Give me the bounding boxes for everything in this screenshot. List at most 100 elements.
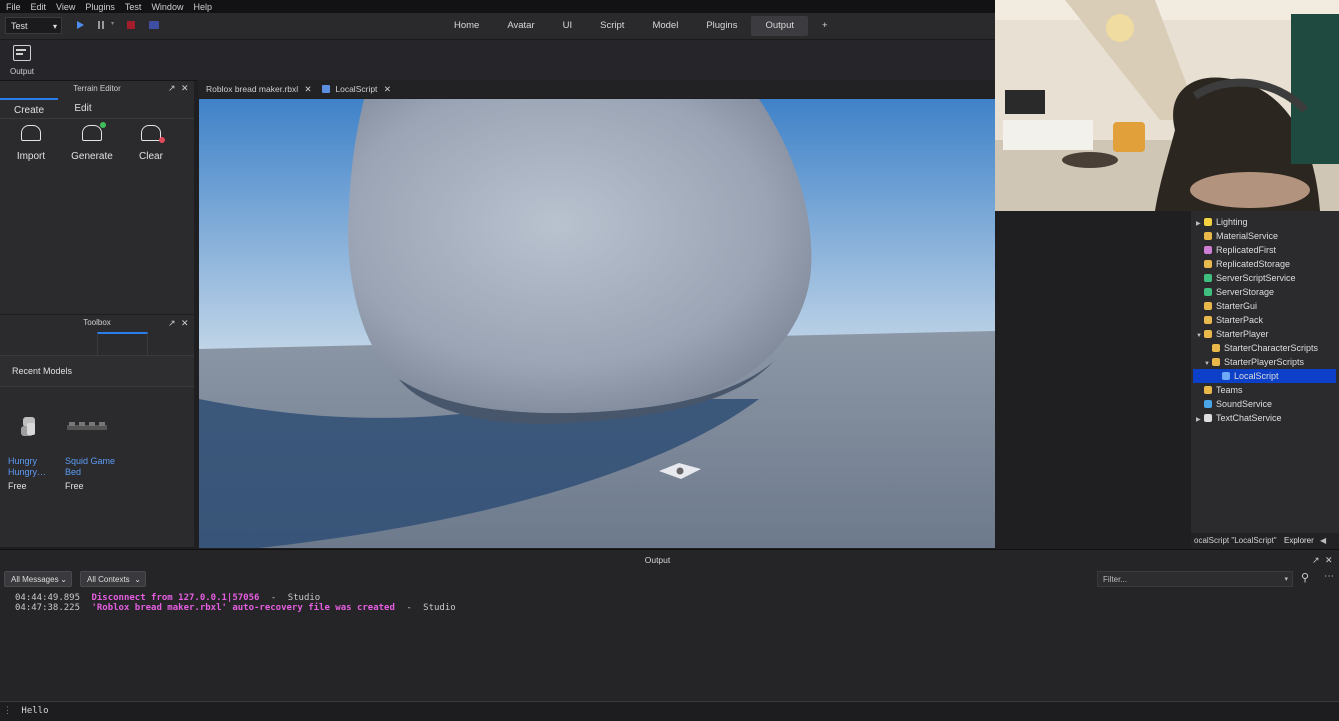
pause-icon[interactable]	[95, 19, 107, 31]
sound-icon	[1204, 400, 1212, 408]
expand-arrow-icon[interactable]: ▶	[1196, 413, 1204, 427]
scroll-left-icon[interactable]: ◀	[1320, 533, 1326, 548]
clear-button[interactable]: Clear	[121, 125, 181, 162]
lightbulb-icon	[1204, 218, 1212, 226]
explorer-item-starterplayerscripts[interactable]: ▼ StarterPlayerScripts	[1204, 355, 1339, 369]
explorer-item-serverscriptservice[interactable]: ServerScriptService	[1196, 271, 1339, 285]
recent-models-label: Recent Models	[12, 366, 73, 376]
undock-icon[interactable]: ↗	[168, 83, 176, 94]
context-filter-value: All Contexts	[87, 575, 130, 584]
recent-models-bar[interactable]: Recent Models	[0, 356, 194, 387]
3d-viewport[interactable]	[199, 99, 995, 548]
model-thumbnail	[21, 417, 35, 436]
tab-plugins[interactable]: Plugins	[692, 16, 751, 36]
log-source: Studio	[423, 603, 456, 613]
tab-model[interactable]: Model	[638, 16, 692, 36]
tab-create[interactable]: Create	[0, 98, 58, 120]
explorer-item-materialservice[interactable]: MaterialService	[1196, 229, 1339, 243]
import-label: Import	[16, 151, 46, 162]
context-filter-dropdown[interactable]: All Contexts ⌄	[80, 571, 146, 587]
server-icon	[1204, 288, 1212, 296]
doc-tab-localscript[interactable]: LocalScript ✕	[322, 80, 391, 98]
tab-explorer[interactable]: Explorer	[1284, 533, 1314, 548]
explorer-item-startergui[interactable]: StarterGui	[1196, 299, 1339, 313]
explorer-item-serverstorage[interactable]: ServerStorage	[1196, 285, 1339, 299]
import-button[interactable]: Import	[1, 125, 61, 162]
panel-title: Toolbox	[83, 318, 111, 327]
menu-edit[interactable]: Edit	[31, 2, 47, 12]
menu-view[interactable]: View	[56, 2, 75, 12]
model-item[interactable]: Squid Game Bed Free	[65, 413, 125, 491]
output-window-icon[interactable]	[13, 45, 31, 61]
folder-icon	[1204, 330, 1212, 338]
chevron-down-icon: ▾	[52, 22, 57, 31]
mode-select[interactable]: Test ▾	[5, 17, 62, 34]
tab-edit[interactable]: Edit	[58, 98, 108, 118]
output-panel: Output ↗ ✕ All Messages ⌄ All Contexts ⌄…	[0, 549, 1339, 721]
menu-window[interactable]: Window	[151, 2, 183, 12]
close-icon[interactable]: ✕	[181, 83, 189, 94]
command-bar[interactable]: ⋮ Hello	[0, 701, 1339, 721]
explorer-item-teams[interactable]: Teams	[1196, 383, 1339, 397]
menu-file[interactable]: File	[6, 2, 21, 12]
folder-icon	[1204, 260, 1212, 268]
explorer-item-replicatedstorage[interactable]: ReplicatedStorage	[1196, 257, 1339, 271]
command-input-text[interactable]: Hello	[21, 706, 48, 716]
webcam-overlay	[995, 0, 1339, 211]
chevron-down-icon[interactable]: ▾	[111, 20, 114, 27]
output-panel-title: Output	[644, 555, 671, 565]
clear-output-icon[interactable]: ⚲	[1301, 571, 1309, 584]
close-icon[interactable]: ✕	[305, 84, 312, 94]
explorer-item-localscript[interactable]: LocalScript	[1193, 369, 1336, 383]
menu-test[interactable]: Test	[125, 2, 142, 12]
toolbox-tab-active[interactable]	[97, 332, 148, 356]
log-message: 'Roblox bread maker.rbxl' auto-recovery …	[91, 603, 395, 613]
tab-script[interactable]: Script	[586, 16, 638, 36]
add-tab-button[interactable]: +	[808, 16, 842, 36]
message-filter-dropdown[interactable]: All Messages ⌄	[4, 571, 72, 587]
doc-tab-place[interactable]: Roblox bread maker.rbxl ✕	[206, 80, 312, 98]
filter-input[interactable]: Filter... ▾	[1097, 571, 1293, 587]
client-server-icon[interactable]	[148, 19, 160, 31]
undock-icon[interactable]: ↗	[1312, 555, 1320, 566]
undock-icon[interactable]: ↗	[168, 318, 176, 329]
doc-tab-label: Roblox bread maker.rbxl	[206, 84, 299, 94]
explorer-item-textchatservice[interactable]: ▶ TextChatService	[1196, 411, 1339, 425]
menu-help[interactable]: Help	[193, 2, 212, 12]
explorer-item-starterpack[interactable]: StarterPack	[1196, 313, 1339, 327]
model-item[interactable]: Hungry Hungry… Free	[8, 413, 68, 491]
generate-label: Generate	[71, 151, 113, 162]
tab-output[interactable]: Output	[751, 16, 809, 36]
filter-placeholder: Filter...	[1103, 575, 1128, 584]
close-icon[interactable]: ✕	[181, 318, 189, 329]
command-prompt-icon: ⋮	[3, 706, 12, 716]
tab-ui[interactable]: UI	[549, 16, 587, 36]
toolbox-panel: Toolbox ↗ ✕ Recent Models Hungry Hungry… …	[0, 315, 194, 547]
tab-home[interactable]: Home	[440, 16, 493, 36]
generate-button[interactable]: Generate	[62, 122, 122, 162]
chevron-down-icon[interactable]: ▾	[1284, 572, 1288, 587]
output-button-label[interactable]: Output	[10, 67, 34, 76]
teams-icon	[1204, 386, 1212, 394]
model-name: Squid Game Bed	[65, 456, 116, 477]
folder-icon	[1204, 232, 1212, 240]
log-message: Disconnect from 127.0.0.1|57056	[91, 593, 260, 603]
menu-plugins[interactable]: Plugins	[85, 2, 115, 12]
nav-tabs: Home Avatar UI Script Model Plugins Outp…	[440, 16, 842, 36]
explorer-item-starterplayer[interactable]: ▼ StarterPlayer	[1196, 327, 1339, 341]
explorer-item-lighting[interactable]: ▶ Lighting	[1196, 215, 1339, 229]
panel-title: Terrain Editor	[73, 84, 121, 93]
collapse-arrow-icon[interactable]: ▼	[1196, 329, 1204, 343]
stop-icon[interactable]	[125, 19, 137, 31]
tab-avatar[interactable]: Avatar	[493, 16, 548, 36]
explorer-item-soundservice[interactable]: SoundService	[1196, 397, 1339, 411]
log-source: Studio	[287, 593, 321, 603]
explorer-item-replicatedfirst[interactable]: ReplicatedFirst	[1196, 243, 1339, 257]
more-options-icon[interactable]: ⋯	[1324, 571, 1334, 582]
close-icon[interactable]: ✕	[384, 84, 391, 94]
terrain-tabs: Create Edit	[0, 98, 194, 119]
close-icon[interactable]: ✕	[1325, 555, 1333, 566]
log-entry: 04:44:49.895 Disconnect from 127.0.0.1|5…	[15, 593, 321, 603]
explorer-item-startercharacterscripts[interactable]: StarterCharacterScripts	[1204, 341, 1339, 355]
play-icon[interactable]	[74, 19, 86, 31]
